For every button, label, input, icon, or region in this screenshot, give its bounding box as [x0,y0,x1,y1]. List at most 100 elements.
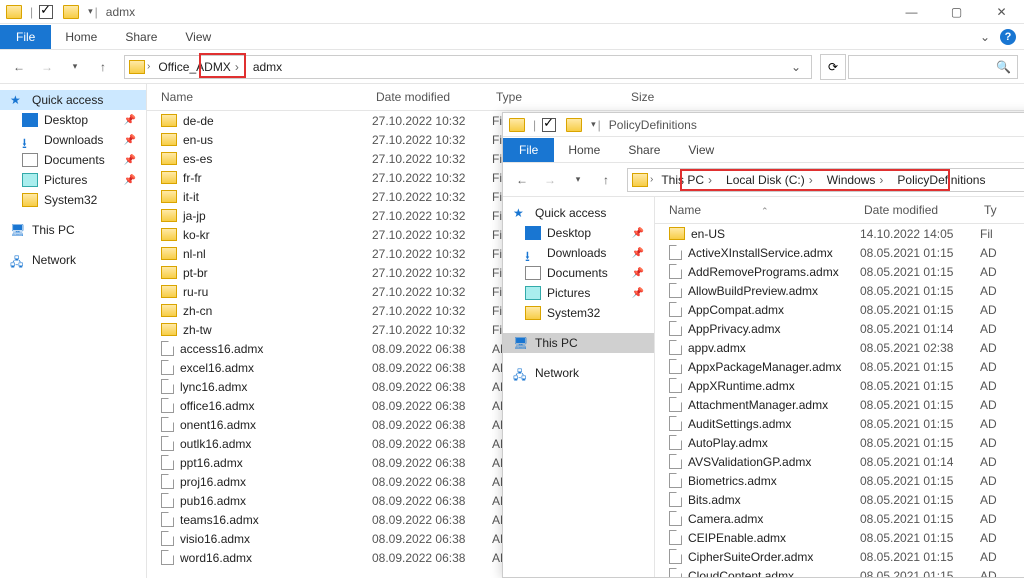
file-row[interactable]: AppxPackageManager.admx08.05.2021 01:15A… [655,357,1024,376]
col-size[interactable]: Size [627,84,707,110]
file-name: access16.admx [180,342,263,356]
file-row[interactable]: en-US14.10.2022 14:05Fil [655,224,1024,243]
share-menu[interactable]: Share [111,25,171,49]
file-row[interactable]: AddRemovePrograms.admx08.05.2021 01:15AD [655,262,1024,281]
back-button[interactable]: ← [509,167,535,193]
file-row[interactable]: CloudContent.admx08.05.2021 01:15AD [655,566,1024,577]
forward-button[interactable]: → [34,54,60,80]
refresh-button[interactable]: ⟳ [820,54,846,80]
address-bar[interactable]: › Office_ADMX› admx ⌄ [124,55,812,79]
column-headers: Name⌃ Date modified Ty [655,197,1024,224]
col-name[interactable]: Name [147,84,372,110]
file-name: pt-br [183,266,208,280]
file-row[interactable]: AppPrivacy.admx08.05.2021 01:14AD [655,319,1024,338]
file-row[interactable]: AllowBuildPreview.admx08.05.2021 01:15AD [655,281,1024,300]
sidebar-item-downloads[interactable]: ⭳Downloads📌 [0,130,146,150]
back-button[interactable]: ← [6,54,32,80]
breadcrumb-windows[interactable]: Windows› [821,171,890,189]
file-name: CEIPEnable.admx [688,531,786,545]
sidebar-item-pictures[interactable]: Pictures📌 [503,283,654,303]
file-icon [161,493,174,508]
sidebar-item-system32[interactable]: System32 [0,190,146,210]
dropdown-arrow-icon[interactable]: ▾ [591,119,596,130]
file-row[interactable]: AVSValidationGP.admx08.05.2021 01:14AD [655,452,1024,471]
file-row[interactable]: AutoPlay.admx08.05.2021 01:15AD [655,433,1024,452]
file-name: appv.admx [688,341,746,355]
col-type[interactable]: Type [492,84,627,110]
dropdown-arrow-icon[interactable]: ▾ [88,6,93,17]
breadcrumb-office-admx[interactable]: Office_ADMX› [152,58,244,76]
file-row[interactable]: AppXRuntime.admx08.05.2021 01:15AD [655,376,1024,395]
address-dropdown-icon[interactable]: ⌄ [785,60,807,74]
sidebar-quick-access[interactable]: ★Quick access [0,90,146,110]
file-icon [161,512,174,527]
file-row[interactable]: Bits.admx08.05.2021 01:15AD [655,490,1024,509]
folder-icon [669,227,685,240]
file-row[interactable]: ActiveXInstallService.admx08.05.2021 01:… [655,243,1024,262]
breadcrumb-policydefinitions[interactable]: PolicyDefinitions [891,171,991,189]
forward-button[interactable]: → [537,167,563,193]
minimize-button[interactable]: — [889,0,934,24]
home-menu[interactable]: Home [51,25,111,49]
sidebar-quick-access[interactable]: ★Quick access [503,203,654,223]
sidebar-item-label: Pictures [547,286,590,300]
file-type: AD [980,398,1024,412]
sidebar-item-label: Desktop [44,113,88,127]
sidebar-item-documents[interactable]: Documents📌 [503,263,654,283]
file-name: AppCompat.admx [688,303,784,317]
col-name[interactable]: Name⌃ [655,197,860,223]
chevron-right-icon[interactable]: › [147,61,150,72]
search-input[interactable]: 🔍 [848,55,1018,79]
col-type[interactable]: Ty [980,197,1024,223]
share-menu[interactable]: Share [614,138,674,162]
file-row[interactable]: AppCompat.admx08.05.2021 01:15AD [655,300,1024,319]
file-row[interactable]: appv.admx08.05.2021 02:38AD [655,338,1024,357]
col-date[interactable]: Date modified [372,84,492,110]
sidebar-item-downloads[interactable]: ⭳Downloads📌 [503,243,654,263]
sidebar-item-desktop[interactable]: Desktop📌 [503,223,654,243]
checkbox-icon[interactable] [39,5,53,19]
file-menu[interactable]: File [503,138,554,162]
file-row[interactable]: AttachmentManager.admx08.05.2021 01:15AD [655,395,1024,414]
recent-locations-icon[interactable]: ▾ [565,167,591,193]
file-date: 14.10.2022 14:05 [860,227,980,241]
breadcrumb-this-pc[interactable]: This PC› [655,171,718,189]
ribbon-collapse-icon[interactable]: ⌄ [970,30,1000,44]
document-icon [22,153,38,167]
address-bar[interactable]: › This PC› Local Disk (C:)› Windows› Pol… [627,168,1024,192]
file-row[interactable]: CEIPEnable.admx08.05.2021 01:15AD [655,528,1024,547]
sidebar-this-pc[interactable]: 🖥This PC [503,333,654,353]
sidebar-network[interactable]: 🖧Network [503,363,654,383]
file-menu[interactable]: File [0,25,51,49]
checkbox-icon[interactable] [542,118,556,132]
close-button[interactable]: ✕ [979,0,1024,24]
sidebar-this-pc[interactable]: 🖥This PC [0,220,146,240]
sidebar-item-pictures[interactable]: Pictures📌 [0,170,146,190]
file-icon [161,436,174,451]
file-icon [669,435,682,450]
recent-locations-icon[interactable]: ▾ [62,54,88,80]
sidebar-network[interactable]: 🖧Network [0,250,146,270]
breadcrumb-admx[interactable]: admx [247,58,288,76]
home-menu[interactable]: Home [554,138,614,162]
sidebar-item-system32[interactable]: System32 [503,303,654,323]
breadcrumb-local-disk[interactable]: Local Disk (C:)› [720,171,819,189]
pin-icon: 📌 [632,248,644,259]
chevron-right-icon[interactable]: › [650,174,653,185]
file-row[interactable]: Camera.admx08.05.2021 01:15AD [655,509,1024,528]
up-button[interactable]: ↑ [90,54,116,80]
sidebar-item-documents[interactable]: Documents📌 [0,150,146,170]
up-button[interactable]: ↑ [593,167,619,193]
file-row[interactable]: AuditSettings.admx08.05.2021 01:15AD [655,414,1024,433]
help-icon[interactable]: ? [1000,29,1016,45]
view-menu[interactable]: View [674,138,728,162]
file-row[interactable]: Biometrics.admx08.05.2021 01:15AD [655,471,1024,490]
file-date: 08.05.2021 01:15 [860,265,980,279]
maximize-button[interactable]: ▢ [934,0,979,24]
file-icon [161,474,174,489]
file-name: it-it [183,190,199,204]
file-row[interactable]: CipherSuiteOrder.admx08.05.2021 01:15AD [655,547,1024,566]
col-date[interactable]: Date modified [860,197,980,223]
sidebar-item-desktop[interactable]: Desktop📌 [0,110,146,130]
view-menu[interactable]: View [171,25,225,49]
